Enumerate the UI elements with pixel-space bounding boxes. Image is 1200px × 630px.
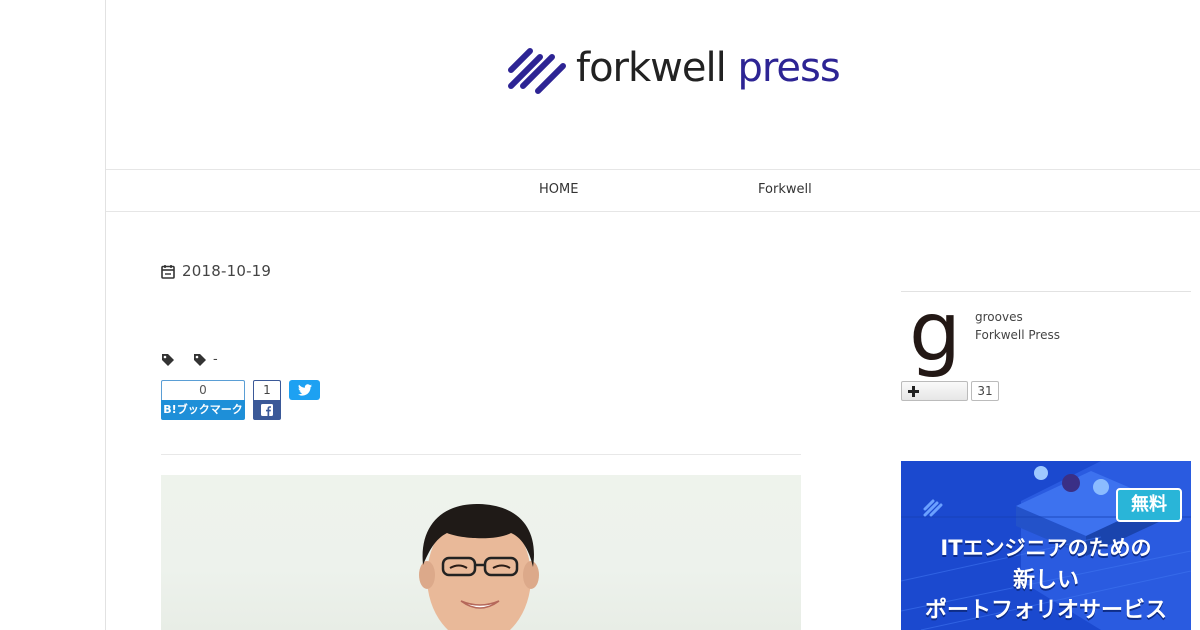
twitter-bird-icon: [297, 384, 312, 396]
left-divider: [105, 0, 106, 630]
article-hero-image: [161, 475, 801, 630]
follow-button[interactable]: [901, 381, 968, 401]
follower-count: 31: [971, 381, 999, 401]
author-info: grooves Forkwell Press: [975, 308, 1060, 344]
person-photo: [419, 503, 539, 630]
logo-text: forkwell press: [576, 45, 841, 91]
ad-headline-3: ポートフォリオサービス: [924, 598, 1167, 623]
post-date: 2018-10-19: [161, 262, 271, 280]
tag-icon: [194, 353, 206, 366]
hatena-bookmark-count: 0: [161, 380, 245, 400]
page: forkwell press HOME Forkwell 2018-10-19 …: [0, 0, 1200, 630]
calendar-icon: [161, 264, 175, 279]
logo-word-press: press: [737, 45, 840, 91]
tag-link[interactable]: -: [213, 352, 218, 367]
content-divider: [161, 454, 801, 455]
author-name[interactable]: grooves: [975, 308, 1060, 326]
facebook-share-widget[interactable]: 1: [253, 380, 281, 420]
facebook-share-button[interactable]: [253, 400, 281, 420]
twitter-share-button[interactable]: [289, 380, 320, 400]
ad-free-badge: 無料: [1116, 488, 1182, 522]
author-site: Forkwell Press: [975, 328, 1060, 342]
forkwell-portfolio-ad-banner[interactable]: 無料 ITエンジニアのための 新しい ポートフォリオサービス: [901, 461, 1191, 630]
site-logo[interactable]: forkwell press: [506, 44, 841, 96]
main-nav: HOME Forkwell: [106, 169, 1200, 212]
logo-word-forkwell: forkwell: [576, 45, 727, 91]
tag-icon: [162, 353, 174, 366]
ad-headline-2: 新しい: [1012, 568, 1079, 593]
nav-item-home[interactable]: HOME: [539, 182, 578, 197]
facebook-share-count: 1: [253, 380, 281, 400]
post-date-text: 2018-10-19: [182, 262, 272, 280]
forkwell-stripes-logo-icon: [508, 48, 566, 94]
plus-icon: [908, 385, 919, 397]
ad-headline-1: ITエンジニアのための: [940, 536, 1152, 560]
tag-list: -: [161, 352, 218, 367]
facebook-icon: [261, 404, 273, 416]
hatena-bookmark-widget[interactable]: 0 B!ブックマーク: [161, 380, 245, 420]
hatena-bookmark-button[interactable]: B!ブックマーク: [161, 400, 245, 420]
author-avatar[interactable]: g: [905, 291, 965, 375]
nav-item-forkwell[interactable]: Forkwell: [758, 182, 812, 197]
